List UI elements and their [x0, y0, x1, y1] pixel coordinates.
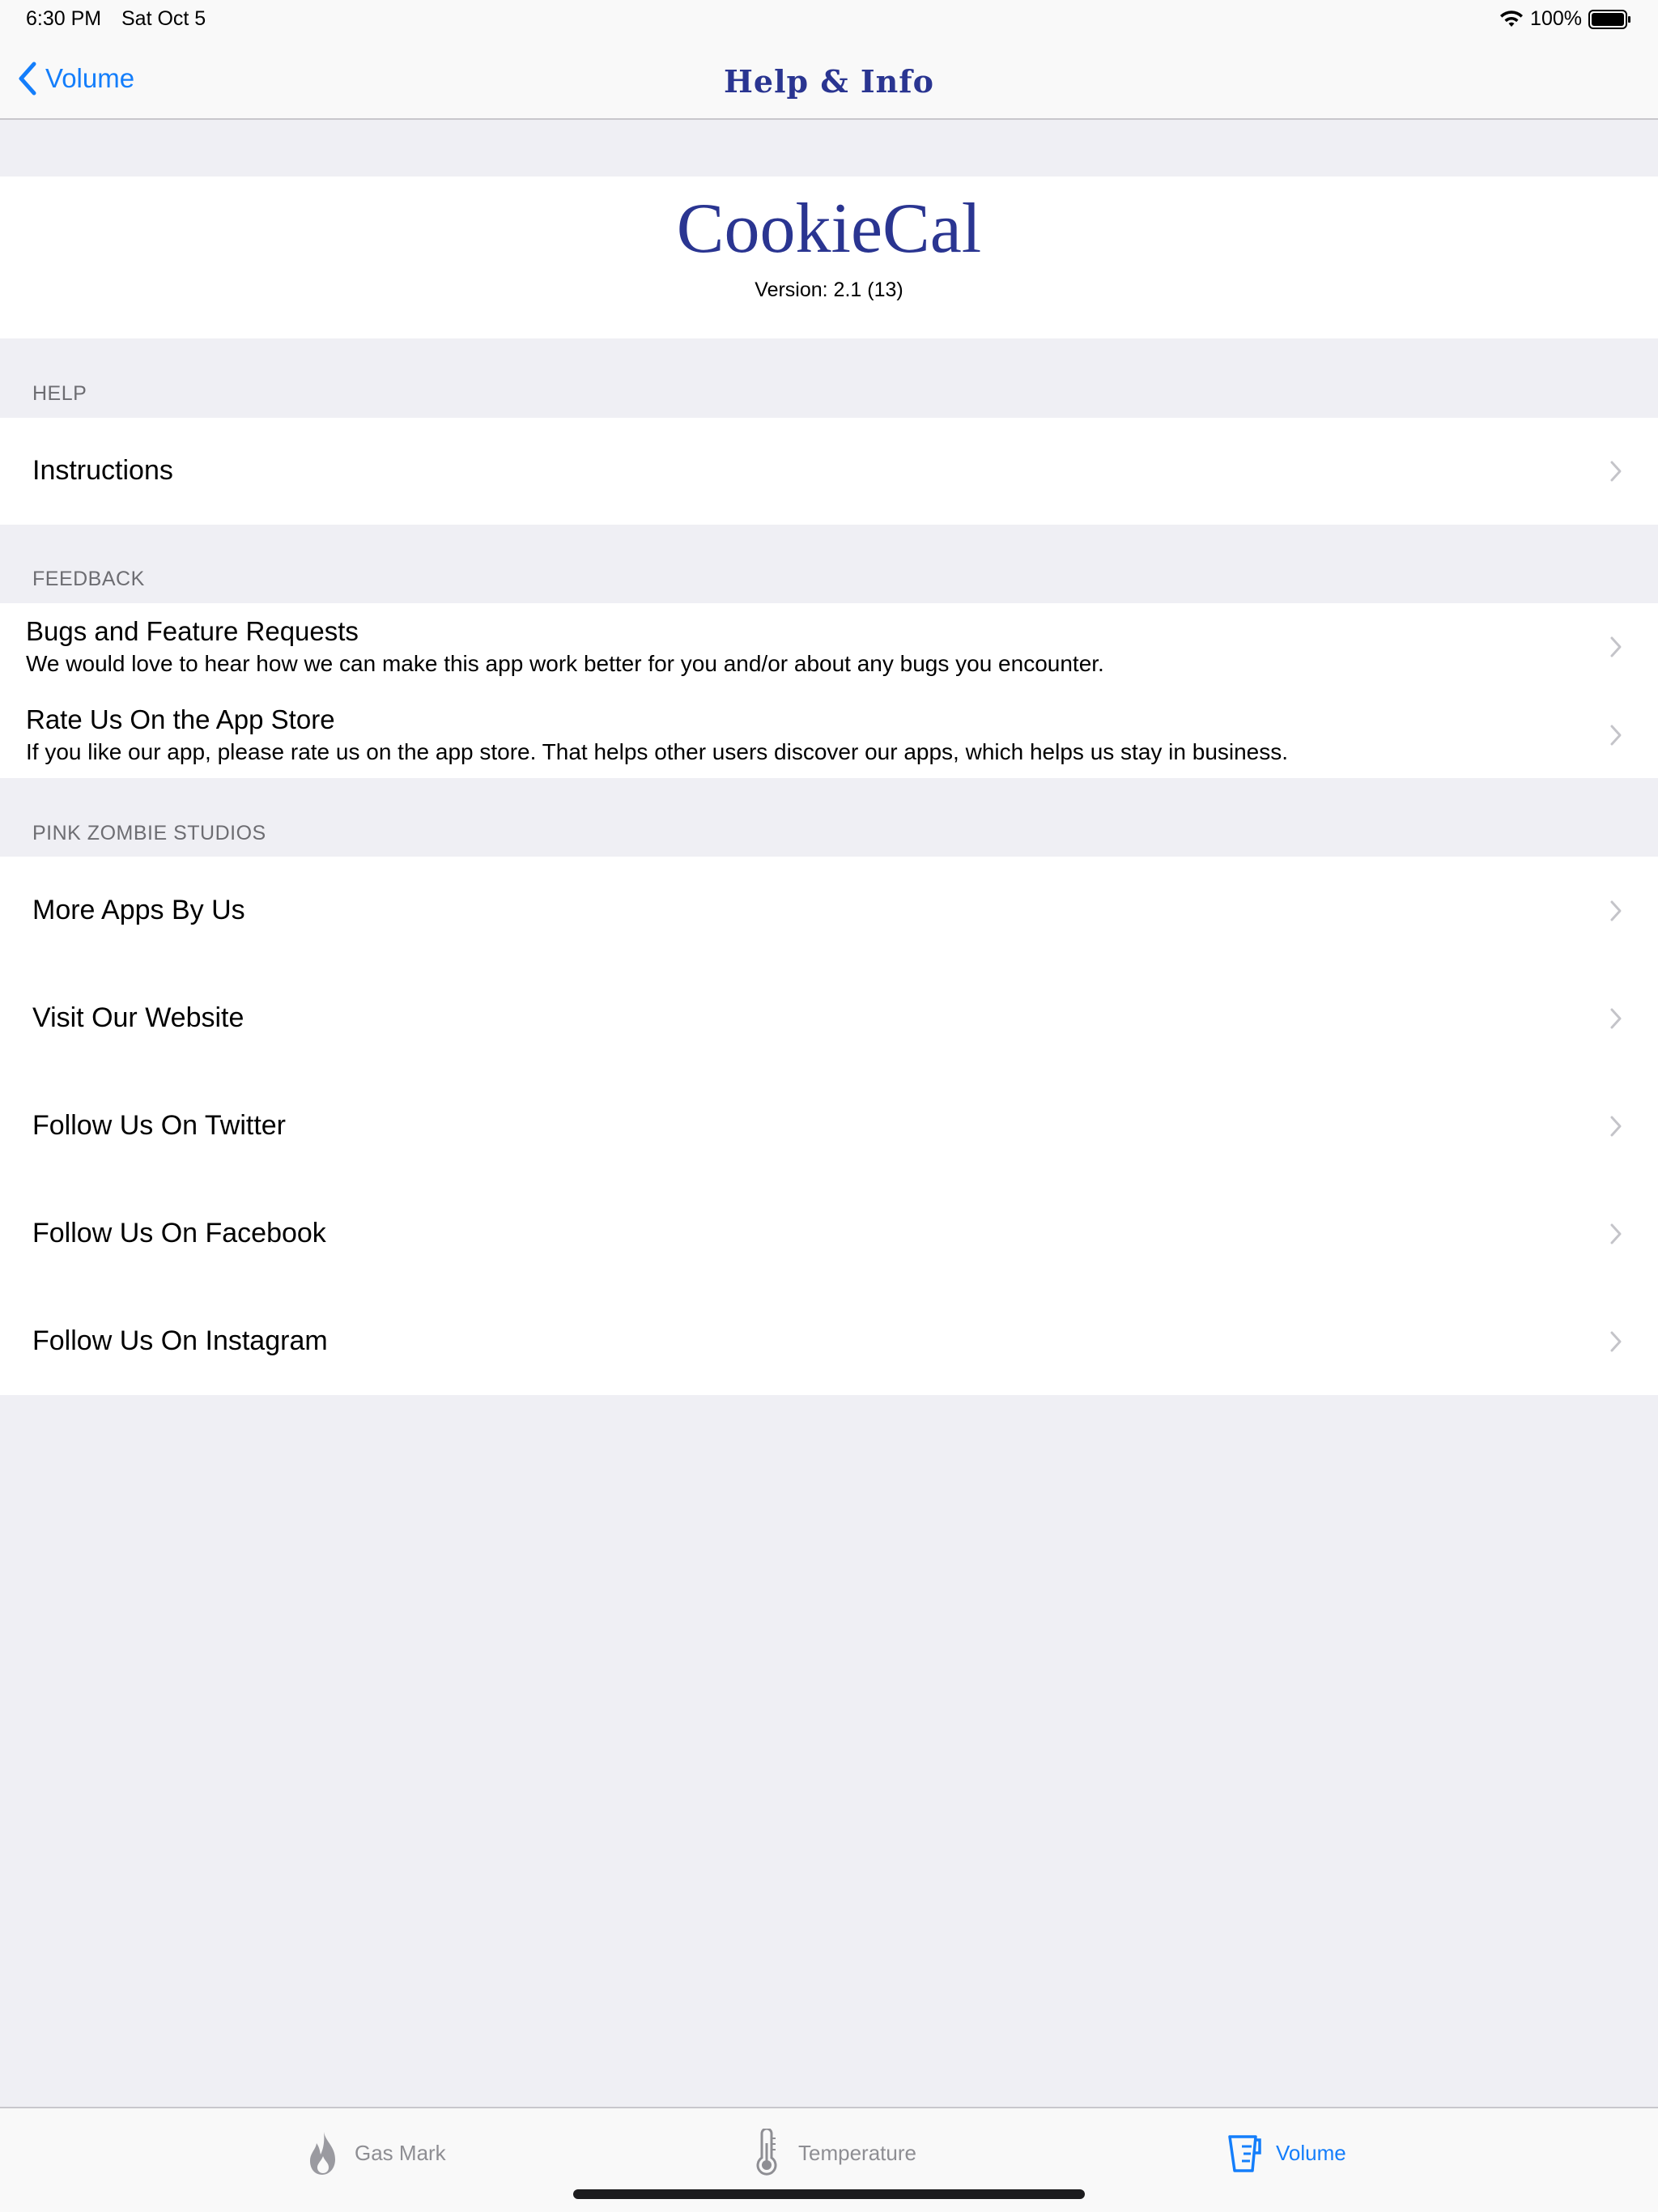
- chevron-right-icon: [1610, 461, 1622, 482]
- follow-facebook-row[interactable]: Follow Us On Facebook: [0, 1180, 1658, 1287]
- status-bar: 6:30 PM Sat Oct 5 100%: [0, 0, 1658, 39]
- tab-gas-mark-label: Gas Mark: [355, 2140, 446, 2165]
- follow-instagram-row[interactable]: Follow Us On Instagram: [0, 1287, 1658, 1395]
- tab-volume-label: Volume: [1276, 2140, 1346, 2165]
- rate-app-store-description: If you like our app, please rate us on t…: [26, 739, 1289, 764]
- section-header-feedback: FEEDBACK: [32, 568, 145, 590]
- rate-app-store-row[interactable]: Rate Us On the App Store If you like our…: [0, 691, 1658, 778]
- instructions-row[interactable]: Instructions: [0, 418, 1658, 525]
- feedback-group: Bugs and Feature Requests We would love …: [0, 603, 1658, 778]
- app-header: CookieCal Version: 2.1 (13): [0, 177, 1658, 338]
- wifi-icon: [1500, 10, 1524, 27]
- bugs-feature-requests-label: Bugs and Feature Requests: [26, 616, 359, 646]
- bugs-feature-requests-description: We would love to hear how we can make th…: [26, 651, 1104, 676]
- chevron-right-icon: [1610, 900, 1622, 921]
- chevron-right-icon: [1610, 1331, 1622, 1352]
- chevron-right-icon: [1610, 1223, 1622, 1244]
- rate-app-store-label: Rate Us On the App Store: [26, 704, 335, 734]
- battery-icon: [1588, 9, 1630, 29]
- follow-twitter-row[interactable]: Follow Us On Twitter: [0, 1072, 1658, 1180]
- flame-icon: [310, 2132, 335, 2175]
- follow-twitter-label: Follow Us On Twitter: [32, 1110, 287, 1141]
- navigation-bar: Volume Help & Info: [0, 39, 1658, 120]
- measuring-cup-icon: [1228, 2135, 1261, 2172]
- tab-temperature-label: Temperature: [798, 2140, 916, 2165]
- section-header-studio: PINK ZOMBIE STUDIOS: [32, 822, 266, 844]
- more-apps-row[interactable]: More Apps By Us: [0, 857, 1658, 964]
- battery-percent: 100%: [1530, 7, 1582, 30]
- chevron-right-icon: [1610, 636, 1622, 657]
- app-version: Version: 2.1 (13): [755, 279, 903, 301]
- app-name: CookieCal: [676, 189, 982, 268]
- instructions-label: Instructions: [32, 455, 173, 486]
- follow-instagram-label: Follow Us On Instagram: [32, 1325, 328, 1356]
- status-indicators: 100%: [1499, 7, 1632, 31]
- tab-gas-mark[interactable]: Gas Mark: [304, 2125, 446, 2181]
- bugs-feature-requests-row[interactable]: Bugs and Feature Requests We would love …: [0, 603, 1658, 691]
- tab-volume[interactable]: Volume: [1226, 2125, 1346, 2181]
- chevron-right-icon: [1610, 1008, 1622, 1029]
- more-apps-label: More Apps By Us: [32, 895, 245, 925]
- status-date: Sat Oct 5: [121, 7, 206, 30]
- follow-facebook-label: Follow Us On Facebook: [32, 1218, 326, 1249]
- status-time: 6:30 PM: [26, 7, 102, 30]
- chevron-right-icon: [1610, 1116, 1622, 1137]
- chevron-right-icon: [1610, 725, 1622, 746]
- help-group: Instructions: [0, 418, 1658, 525]
- page-title: Help & Info: [724, 63, 934, 100]
- visit-website-row[interactable]: Visit Our Website: [0, 964, 1658, 1072]
- visit-website-label: Visit Our Website: [32, 1002, 244, 1033]
- section-header-help: HELP: [32, 382, 87, 405]
- tab-temperature[interactable]: Temperature: [748, 2125, 916, 2181]
- studio-group: More Apps By Us Visit Our Website Follow…: [0, 857, 1658, 1395]
- thermometer-icon: [756, 2129, 777, 2176]
- home-indicator[interactable]: [573, 2189, 1085, 2199]
